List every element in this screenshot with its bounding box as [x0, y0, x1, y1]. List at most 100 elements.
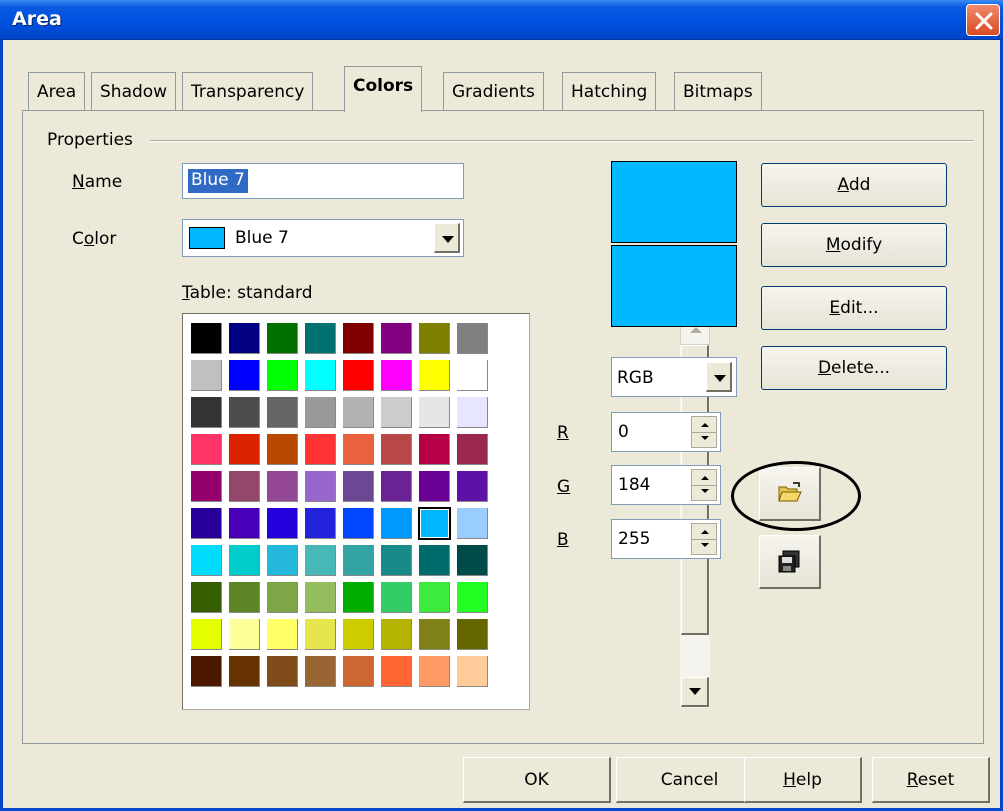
palette-color-cell[interactable]: [378, 468, 416, 505]
palette-color-cell[interactable]: [378, 431, 416, 468]
palette-color-cell[interactable]: [416, 616, 454, 653]
tab-bitmaps[interactable]: Bitmaps: [674, 72, 762, 110]
palette-color-cell[interactable]: [340, 357, 378, 394]
palette-color-cell[interactable]: [454, 320, 492, 357]
palette-color-cell[interactable]: [302, 653, 340, 690]
palette-color-cell[interactable]: [264, 320, 302, 357]
palette-color-cell[interactable]: [188, 357, 226, 394]
add-button[interactable]: Add: [761, 163, 947, 207]
palette-color-cell[interactable]: [454, 394, 492, 431]
palette-color-cell[interactable]: [302, 579, 340, 616]
palette-color-cell[interactable]: [264, 653, 302, 690]
palette-color-cell[interactable]: [340, 542, 378, 579]
palette-color-cell[interactable]: [226, 431, 264, 468]
palette-color-cell[interactable]: [226, 505, 264, 542]
palette-color-cell[interactable]: [454, 468, 492, 505]
palette-color-cell[interactable]: [226, 357, 264, 394]
palette-color-cell[interactable]: [188, 394, 226, 431]
palette-color-cell[interactable]: [378, 394, 416, 431]
name-input[interactable]: Blue 7: [182, 163, 464, 199]
palette-color-cell[interactable]: [264, 394, 302, 431]
spinner-arrows-icon[interactable]: [691, 469, 717, 501]
g-spinner[interactable]: 184: [611, 465, 721, 505]
palette-color-cell[interactable]: [378, 653, 416, 690]
palette-color-cell[interactable]: [454, 505, 492, 542]
palette-color-cell[interactable]: [264, 579, 302, 616]
palette-color-cell[interactable]: [264, 431, 302, 468]
delete-button[interactable]: Delete...: [761, 346, 947, 390]
tab-hatching[interactable]: Hatching: [562, 72, 657, 110]
palette-color-cell[interactable]: [264, 505, 302, 542]
palette-color-cell[interactable]: [378, 320, 416, 357]
palette-color-cell[interactable]: [226, 320, 264, 357]
palette-color-cell[interactable]: [416, 579, 454, 616]
help-button[interactable]: Help: [744, 757, 862, 803]
tab-transparency[interactable]: Transparency: [182, 72, 314, 110]
palette-color-cell[interactable]: [302, 468, 340, 505]
palette-color-cell[interactable]: [188, 431, 226, 468]
save-color-list-button[interactable]: [759, 535, 821, 589]
palette-color-cell[interactable]: [454, 431, 492, 468]
tab-colors[interactable]: Colors: [344, 66, 423, 112]
palette-color-cell[interactable]: [188, 616, 226, 653]
palette-color-cell[interactable]: [264, 542, 302, 579]
palette-color-cell[interactable]: [226, 616, 264, 653]
palette-color-cell[interactable]: [378, 542, 416, 579]
palette-color-cell[interactable]: [416, 320, 454, 357]
palette-color-cell[interactable]: [264, 468, 302, 505]
palette-color-cell[interactable]: [378, 505, 416, 542]
palette-color-cell[interactable]: [188, 542, 226, 579]
palette-color-cell[interactable]: [340, 320, 378, 357]
palette-color-cell[interactable]: [454, 616, 492, 653]
palette-color-cell[interactable]: [340, 579, 378, 616]
modify-button[interactable]: Modify: [761, 223, 947, 267]
b-spinner[interactable]: 255: [611, 519, 721, 559]
palette-color-cell[interactable]: [302, 394, 340, 431]
palette-color-cell[interactable]: [378, 616, 416, 653]
edit-button[interactable]: Edit...: [761, 286, 947, 330]
palette-color-cell[interactable]: [264, 616, 302, 653]
scroll-down-button[interactable]: [681, 677, 709, 707]
tab-area[interactable]: Area: [28, 72, 86, 110]
palette-color-cell[interactable]: [454, 579, 492, 616]
color-model-dropdown[interactable]: RGB: [611, 357, 737, 397]
palette-color-cell[interactable]: [340, 653, 378, 690]
close-button[interactable]: [966, 4, 1000, 36]
palette-color-cell[interactable]: [340, 431, 378, 468]
palette-color-cell[interactable]: [188, 320, 226, 357]
spinner-arrows-icon[interactable]: [691, 523, 717, 555]
palette-color-cell[interactable]: [378, 579, 416, 616]
palette-color-cell[interactable]: [226, 468, 264, 505]
palette-color-cell[interactable]: [302, 542, 340, 579]
palette-color-cell[interactable]: [226, 394, 264, 431]
palette-color-cell[interactable]: [454, 357, 492, 394]
palette-color-cell[interactable]: [416, 468, 454, 505]
tab-gradients[interactable]: Gradients: [443, 72, 544, 110]
palette-color-cell[interactable]: [416, 357, 454, 394]
palette-color-cell[interactable]: [454, 542, 492, 579]
chevron-down-icon[interactable]: [706, 362, 732, 392]
palette-color-cell[interactable]: [454, 653, 492, 690]
palette-color-cell[interactable]: [302, 320, 340, 357]
reset-button[interactable]: Reset: [872, 757, 990, 803]
palette-color-cell[interactable]: [416, 542, 454, 579]
spinner-arrows-icon[interactable]: [691, 416, 717, 448]
cancel-button[interactable]: Cancel: [616, 757, 764, 803]
palette-color-cell[interactable]: [340, 505, 378, 542]
chevron-down-icon[interactable]: [434, 223, 460, 253]
palette-color-cell[interactable]: [226, 542, 264, 579]
palette-color-cell[interactable]: [226, 653, 264, 690]
palette-color-cell[interactable]: [188, 505, 226, 542]
palette-color-cell[interactable]: [340, 394, 378, 431]
r-spinner[interactable]: 0: [611, 412, 721, 452]
palette-color-cell[interactable]: [302, 616, 340, 653]
palette-color-cell[interactable]: [226, 579, 264, 616]
palette-color-cell[interactable]: [416, 394, 454, 431]
palette-color-cell[interactable]: [188, 653, 226, 690]
palette-color-cell[interactable]: [378, 357, 416, 394]
palette-color-cell[interactable]: [302, 505, 340, 542]
palette-color-cell[interactable]: [416, 431, 454, 468]
tab-shadow[interactable]: Shadow: [91, 72, 177, 110]
palette-color-cell[interactable]: [188, 579, 226, 616]
color-dropdown[interactable]: Blue 7: [182, 219, 464, 257]
